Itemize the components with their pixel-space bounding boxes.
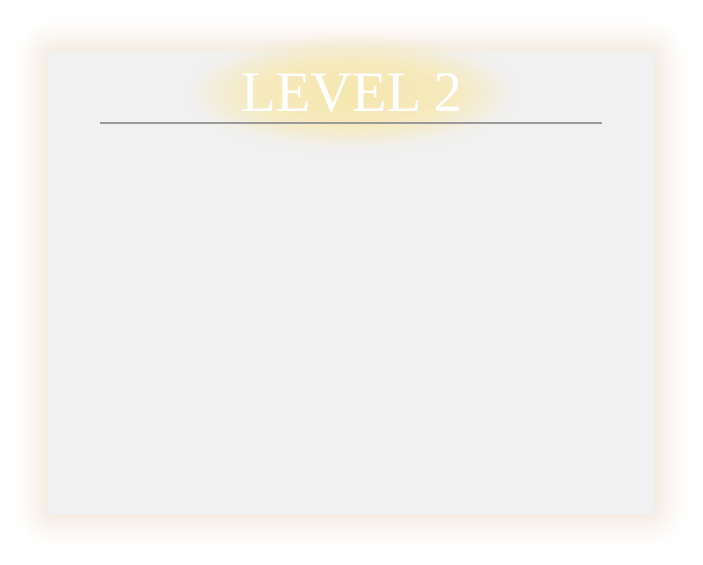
level-title: LEVEL 2 bbox=[240, 61, 463, 124]
title-divider bbox=[100, 122, 602, 124]
